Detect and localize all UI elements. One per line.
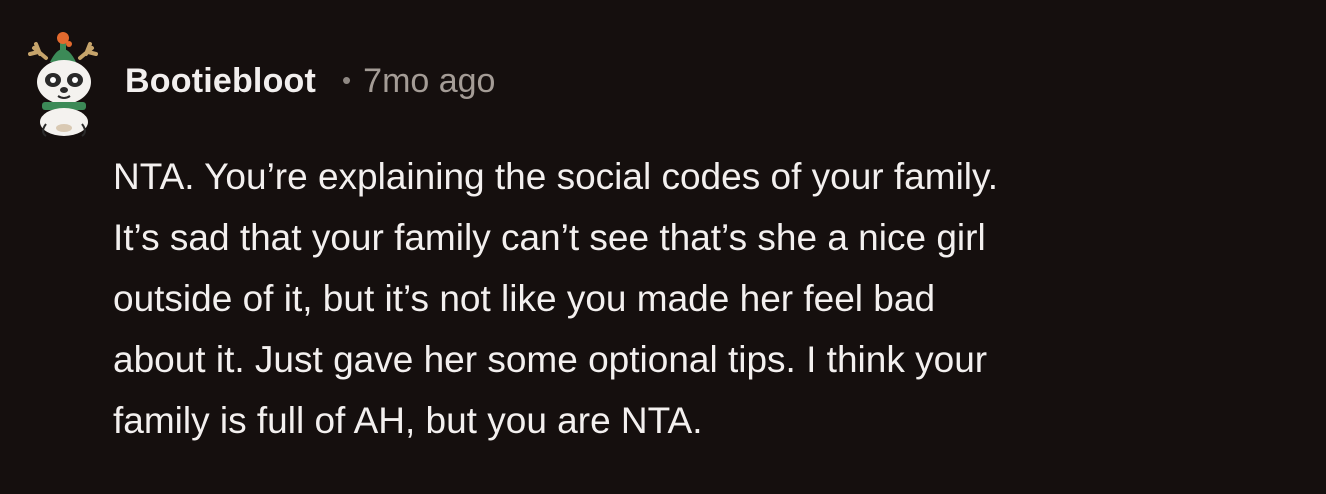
comment-text-line: NTA. You’re explaining the social codes … bbox=[113, 156, 999, 197]
username-link[interactable]: Bootiebloot bbox=[125, 62, 316, 101]
comment-header: Bootiebloot • 7mo ago bbox=[125, 58, 495, 104]
comment-card: Bootiebloot • 7mo ago NTA. You’re explai… bbox=[0, 0, 1326, 494]
comment-text-line: outside of it, but it’s not like you mad… bbox=[113, 278, 936, 319]
comment-timestamp[interactable]: 7mo ago bbox=[363, 62, 495, 101]
meta-separator: • bbox=[342, 64, 352, 95]
comment-text-line: about it. Just gave her some optional ti… bbox=[113, 339, 988, 380]
comment-text-line: family is full of AH, but you are NTA. bbox=[113, 400, 703, 441]
user-avatar[interactable] bbox=[24, 28, 106, 138]
comment-body: NTA. You’re explaining the social codes … bbox=[113, 146, 1303, 451]
comment-text-line: It’s sad that your family can’t see that… bbox=[113, 217, 986, 258]
snoo-avatar-icon bbox=[28, 32, 98, 137]
